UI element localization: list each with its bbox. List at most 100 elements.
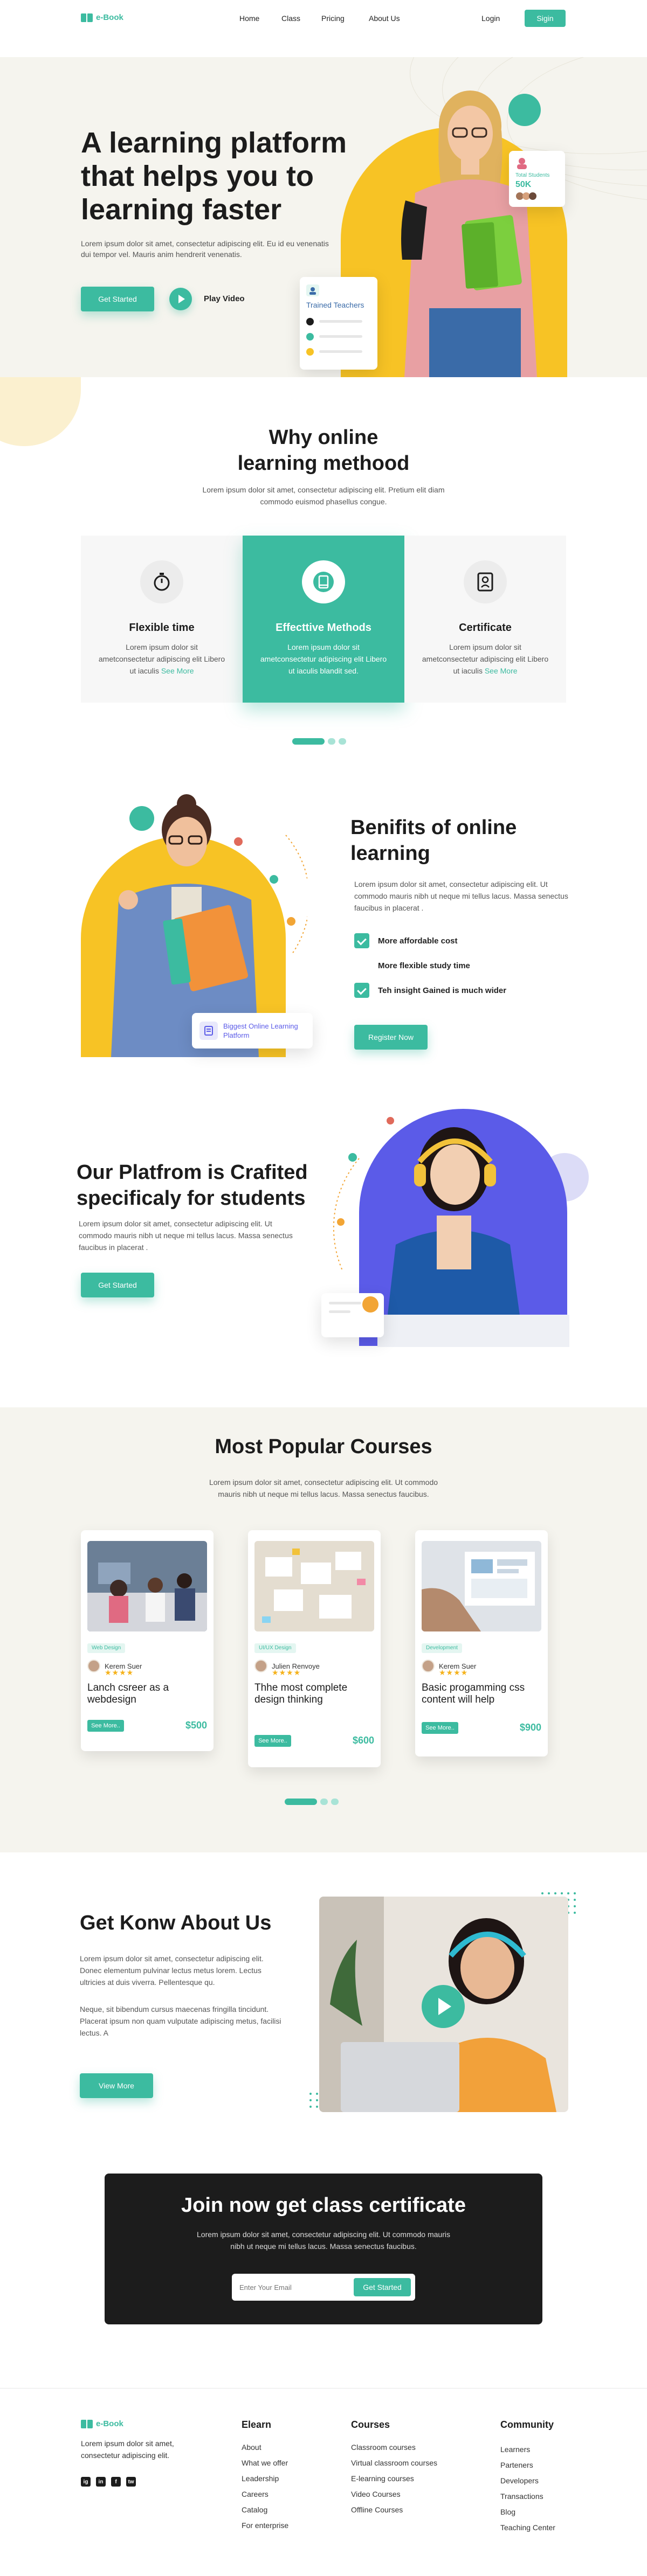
footer-description: Lorem ipsum dolor sit amet, consectetur … [81,2439,174,2460]
play-video-icon[interactable] [422,1985,465,2028]
email-signup-form: Get Started [232,2274,415,2301]
email-input[interactable] [239,2281,347,2294]
footer-link[interactable]: Virtual classroom courses [351,2455,437,2471]
about-video-thumbnail[interactable] [319,1897,568,2112]
teacher-avatar-icon [306,284,319,296]
facebook-icon[interactable]: f [111,2477,121,2487]
footer-link[interactable]: For enterprise [242,2518,288,2533]
footer-link[interactable]: Blog [500,2504,555,2520]
course-price: $600 [352,1735,374,1746]
cta-description: Lorem ipsum dolor sit amet, consectetur … [197,2230,450,2251]
feature-description: Lorem ipsum dolor sit ametconsectetur ad… [98,643,225,675]
feature-title: Effecttive Methods [276,622,371,634]
course-image [87,1541,207,1631]
courses-description: Lorem ipsum dolor sit amet, consectetur … [209,1478,438,1498]
footer-link[interactable]: Teaching Center [500,2520,555,2536]
legend-dot [306,333,314,341]
total-students-label: Total Students [515,172,550,178]
see-more-link[interactable]: See More [485,666,518,675]
footer-link[interactable]: Careers [242,2487,288,2502]
rating-stars-icon: ★★★★ [105,1668,134,1677]
author-avatar [422,1660,435,1672]
footer-link[interactable]: Transactions [500,2489,555,2504]
laptop-card [321,1293,384,1337]
footer-link[interactable]: Leadership [242,2471,288,2487]
course-title: Basic progamming css content will help [422,1682,525,1705]
legend-dot [306,318,314,325]
nav-link-class[interactable]: Class [281,14,300,23]
footer-link[interactable]: About [242,2440,288,2455]
book-icon [81,13,93,22]
see-more-button[interactable]: See More.. [422,1722,458,1734]
course-card[interactable]: Development Kerem Suer ★★★★ Basic progam… [415,1530,548,1756]
course-card[interactable]: UI/UX Design Julien Renvoye ★★★★ Thhe mo… [248,1530,381,1767]
book-icon [302,560,345,603]
footer-link[interactable]: Catalog [242,2502,288,2518]
courses-carousel-dots[interactable] [285,1799,339,1805]
view-more-button[interactable]: View More [80,2073,153,2098]
instagram-icon[interactable]: ig [81,2477,91,2487]
course-card[interactable]: Web Design Kerem Suer ★★★★ Lanch csreer … [81,1530,214,1751]
hero-student-image [401,91,537,377]
courses-title: Most Popular Courses [215,1435,432,1458]
hero-title: A learning platform that helps you to le… [81,127,347,226]
get-started-button[interactable]: Get Started [81,287,154,311]
feature-title: Certificate [459,622,512,634]
get-started-button[interactable]: Get Started [81,1273,154,1297]
twitter-icon[interactable]: tw [126,2477,136,2487]
badge-label: Biggest Online Learning Platform [223,1022,298,1039]
benefit-item: More affordable cost [354,933,458,948]
footer-link[interactable]: Offline Courses [351,2502,437,2518]
features-carousel-dots[interactable] [292,738,346,745]
footer-brand-logo[interactable]: e-Book [81,2419,123,2428]
feature-title: Flexible time [129,622,195,634]
crafted-title: Our Platfrom is Crafited specificaly for… [77,1161,308,1210]
see-more-button[interactable]: See More.. [87,1720,124,1732]
placeholder-line [319,320,362,323]
footer-link[interactable]: E-learning courses [351,2471,437,2487]
see-more-button[interactable]: See More.. [254,1735,291,1747]
footer-link[interactable]: Video Courses [351,2487,437,2502]
carousel-dot-active[interactable] [292,738,325,745]
course-price: $500 [185,1720,207,1731]
nav-link-pricing[interactable]: Pricing [321,14,345,23]
biggest-platform-badge: Biggest Online Learning Platform [192,1013,313,1049]
feature-description: Lorem ipsum dolor sit ametconsectetur ad… [422,643,549,675]
linkedin-icon[interactable]: in [96,2477,106,2487]
benefit-label: Teh insight Gained is much wider [378,985,507,995]
crafted-description: Lorem ipsum dolor sit amet, consectetur … [79,1219,293,1252]
placeholder-line [329,1302,361,1304]
checkbox-checked-icon [354,933,369,948]
get-started-button[interactable]: Get Started [354,2278,411,2296]
carousel-dot[interactable] [320,1799,328,1805]
student-avatars-icon [516,192,536,200]
brand-logo[interactable]: e-Book [81,13,123,22]
play-video-icon[interactable] [169,288,192,310]
why-section-title: Why online learning methood [237,426,410,475]
about-paragraph: Lorem ipsum dolor sit amet, consectetur … [80,1954,264,1987]
footer-link[interactable]: Parteners [500,2457,555,2473]
footer-link[interactable]: Learners [500,2442,555,2457]
nav-link-home[interactable]: Home [239,14,259,23]
carousel-dot[interactable] [328,738,335,745]
login-link[interactable]: Login [481,14,500,23]
play-video-link[interactable]: Play Video [204,294,245,303]
checkbox-checked-icon [354,983,369,998]
footer-link[interactable]: What we offer [242,2455,288,2471]
register-now-button[interactable]: Register Now [354,1025,428,1050]
feature-effective-methods: Effecttive Methods Lorem ipsum dolor sit… [243,536,404,703]
book-icon [81,2419,93,2428]
certificate-cta-banner: Join now get class certificate Lorem ips… [105,2174,542,2324]
total-students-card: Total Students 50K [509,151,565,207]
footer-link[interactable]: Classroom courses [351,2440,437,2455]
placeholder-line [319,350,362,353]
signin-button[interactable]: Sigin [525,10,566,27]
footer-link[interactable]: Developers [500,2473,555,2489]
see-more-link[interactable]: See More [161,666,194,675]
carousel-dot[interactable] [331,1799,339,1805]
carousel-dot-active[interactable] [285,1799,317,1805]
nav-link-about[interactable]: About Us [369,14,400,23]
certificate-icon [464,560,507,603]
carousel-dot[interactable] [339,738,346,745]
feature-description: Lorem ipsum dolor sit ametconsectetur ad… [260,643,387,675]
